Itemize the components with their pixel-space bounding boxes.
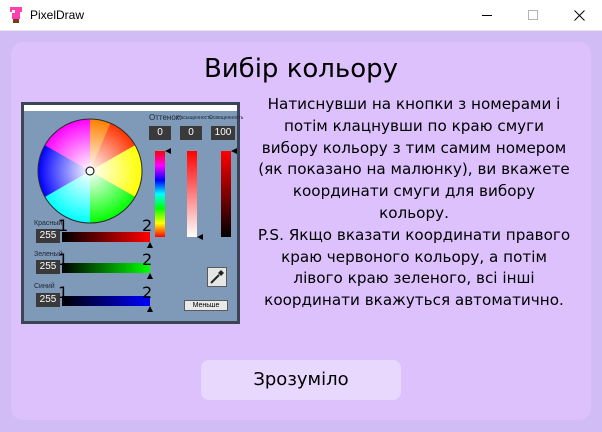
help-line: координати смуги для вибору	[292, 182, 536, 201]
brightness-label: Освещенность	[209, 115, 244, 121]
help-line: краю червоного кольору, а потім	[281, 247, 547, 266]
green-value: 255	[36, 260, 60, 274]
color-picker-illustration: Оттенок: Насыщенность Освещенность 0 0 1…	[21, 102, 244, 324]
color-help-dialog: Вибір кольору Оттенок: Насыщенность Осве…	[11, 42, 591, 420]
help-line: потім клацнувши по краю смуги	[284, 116, 544, 135]
illustration-top-strip	[24, 105, 237, 111]
marker-1-green: 1	[58, 250, 69, 269]
app-icon	[10, 7, 22, 23]
less-button: Меньше	[184, 300, 228, 311]
help-line: вибору кольору з тим самим номером	[261, 138, 567, 157]
minimize-button[interactable]	[464, 0, 510, 31]
help-line: (як показано на малюнку), ви вкажете	[258, 160, 570, 179]
color-wheel	[37, 118, 143, 224]
brightness-value: 100	[211, 126, 235, 140]
eyedropper-icon	[210, 270, 224, 284]
blue-label: Синий	[34, 283, 55, 290]
help-line: кольору.	[379, 203, 449, 222]
window-title: PixelDraw	[30, 8, 85, 22]
marker-2-red: 2	[142, 216, 153, 235]
eyedropper-button	[207, 267, 227, 287]
close-button[interactable]	[556, 0, 602, 31]
minimize-icon	[481, 15, 492, 16]
title-bar: PixelDraw	[0, 0, 602, 31]
maximize-button[interactable]	[510, 0, 556, 31]
help-line: Натиснувши на кнопки з номерами і	[267, 95, 561, 113]
marker-1-blue: 1	[58, 283, 69, 302]
blue-value: 255	[36, 293, 60, 307]
dialog-heading: Вибір кольору	[203, 54, 399, 84]
help-line: P.S. Якщо вказати координати правого	[257, 225, 571, 244]
saturation-label: Насыщенность	[177, 115, 213, 121]
marker-2-green: 2	[142, 250, 153, 269]
saturation-value: 0	[180, 126, 202, 140]
marker-2-blue: 2	[142, 283, 153, 302]
red-value: 255	[36, 229, 60, 243]
maximize-icon	[527, 10, 538, 20]
close-icon	[573, 10, 585, 21]
help-paragraph: Натиснувши на кнопки з номерами і потім …	[247, 94, 581, 312]
hue-value: 0	[149, 126, 171, 140]
marker-1-red: 1	[58, 216, 69, 235]
help-line: лівого краю зеленого, всі інші	[293, 269, 535, 288]
got-it-button[interactable]: Зрозуміло	[201, 360, 401, 400]
help-line: координати вкажуться автоматично.	[264, 291, 564, 310]
